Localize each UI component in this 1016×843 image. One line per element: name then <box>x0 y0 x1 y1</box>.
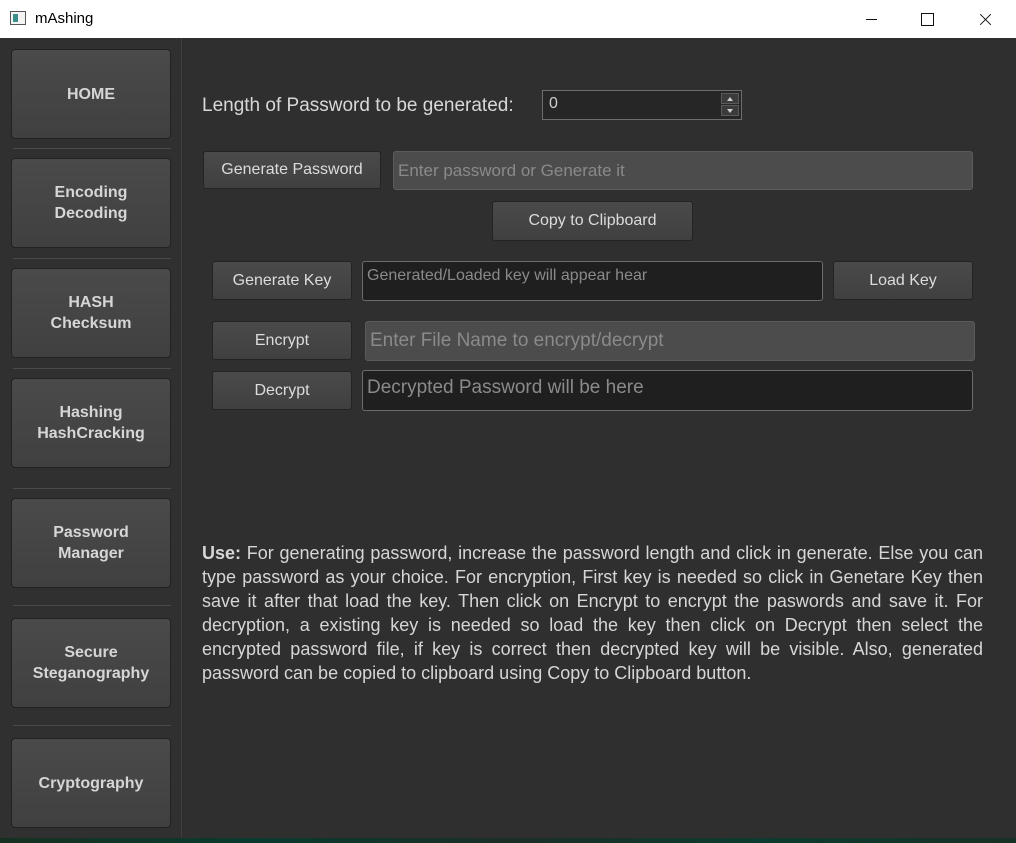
app-icon <box>10 11 26 25</box>
file-name-field[interactable]: Enter File Name to encrypt/decrypt <box>365 321 975 361</box>
sidebar-item-password-manager[interactable]: Password Manager <box>11 498 171 588</box>
decrypt-button[interactable]: Decrypt <box>212 371 352 410</box>
spin-up-arrow-icon[interactable] <box>721 93 739 104</box>
close-button[interactable] <box>956 0 1014 38</box>
sidebar-divider <box>13 725 171 726</box>
sidebar-item-encoding-decoding[interactable]: Encoding Decoding <box>11 158 171 248</box>
generate-password-button[interactable]: Generate Password <box>203 151 381 189</box>
copy-to-clipboard-button[interactable]: Copy to Clipboard <box>492 201 693 241</box>
spin-down-arrow-icon[interactable] <box>721 105 739 116</box>
sidebar-divider <box>13 605 171 606</box>
sidebar-divider <box>13 368 171 369</box>
password-length-value: 0 <box>549 95 558 112</box>
sidebar-divider <box>13 258 171 259</box>
sidebar-divider <box>13 148 171 149</box>
password-field[interactable]: Enter password or Generate it <box>393 151 973 190</box>
desktop-background-strip <box>0 838 1016 843</box>
encrypt-button[interactable]: Encrypt <box>212 321 352 360</box>
app-body: HOME Encoding Decoding HASH Checksum Has… <box>0 38 1016 843</box>
sidebar-divider <box>13 488 171 489</box>
usage-help-text: Use: For generating password, increase t… <box>202 541 983 685</box>
sidebar-item-hash-checksum[interactable]: HASH Checksum <box>11 268 171 358</box>
window-title: mAshing <box>35 10 94 27</box>
sidebar-item-secure-steganography[interactable]: Secure Steganography <box>11 618 171 708</box>
title-bar: mAshing <box>0 0 1016 39</box>
password-length-spinbox[interactable]: 0 <box>542 90 742 120</box>
key-field[interactable]: Generated/Loaded key will appear hear <box>362 261 823 301</box>
usage-help-body: For generating password, increase the pa… <box>202 543 983 683</box>
load-key-button[interactable]: Load Key <box>833 261 973 300</box>
minimize-button[interactable] <box>842 0 900 38</box>
decrypted-password-field[interactable]: Decrypted Password will be here <box>362 370 973 411</box>
maximize-button[interactable] <box>898 0 956 38</box>
sidebar-item-hashing-hashcracking[interactable]: Hashing HashCracking <box>11 378 171 468</box>
generate-key-button[interactable]: Generate Key <box>212 261 352 300</box>
sidebar-item-cryptography[interactable]: Cryptography <box>11 738 171 828</box>
password-length-label: Length of Password to be generated: <box>202 95 514 116</box>
sidebar: HOME Encoding Decoding HASH Checksum Has… <box>0 38 182 838</box>
usage-help-heading: Use: <box>202 543 242 563</box>
password-manager-panel: Length of Password to be generated: 0 Ge… <box>182 38 1016 843</box>
sidebar-item-home[interactable]: HOME <box>11 49 171 139</box>
